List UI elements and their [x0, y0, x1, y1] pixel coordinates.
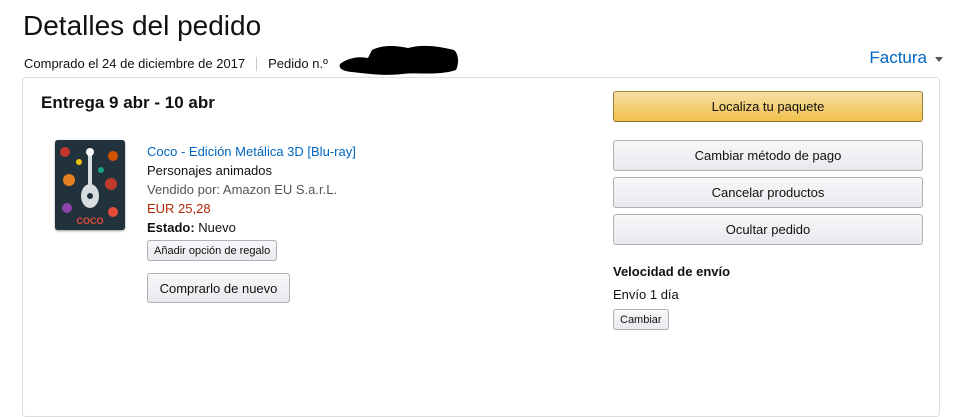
shipping-speed-value: Envío 1 día [613, 287, 679, 302]
delivery-date: Entrega 9 abr - 10 abr [41, 93, 215, 112]
product-state: Estado: Nuevo [147, 218, 356, 237]
shipping-speed-title: Velocidad de envío [613, 264, 731, 279]
order-meta: Comprado el 24 de diciembre de 2017 Pedi… [24, 56, 328, 71]
cancel-items-button[interactable]: Cancelar productos [613, 177, 923, 208]
invoice-label[interactable]: Factura [869, 48, 927, 68]
purchase-date: Comprado el 24 de diciembre de 2017 [24, 56, 246, 71]
product-seller: Vendido por: Amazon EU S.a.r.L. [147, 182, 338, 197]
page-title: Detalles del pedido [23, 10, 262, 41]
product-price: EUR 25,28 [147, 201, 211, 216]
invoice-dropdown[interactable]: Factura [869, 48, 943, 68]
buy-again-button[interactable]: Comprarlo de nuevo [147, 273, 290, 303]
product-title-link[interactable]: Coco - Edición Metálica 3D [Blu-ray] [147, 142, 356, 161]
product-state-value: Nuevo [198, 220, 236, 235]
track-package-button[interactable]: Localiza tu paquete [613, 91, 923, 122]
change-shipping-button[interactable]: Cambiar [613, 309, 669, 330]
coco-bluray-cover-icon[interactable]: COCO [55, 140, 125, 230]
product-state-label: Estado: [147, 220, 195, 235]
change-payment-button[interactable]: Cambiar método de pago [613, 140, 923, 171]
chevron-down-icon [935, 56, 943, 62]
product-category: Personajes animados [147, 163, 273, 178]
svg-text:COCO: COCO [77, 216, 104, 226]
add-gift-option-button[interactable]: Añadir opción de regalo [147, 240, 278, 261]
redacted-order-number [339, 45, 459, 75]
product-details: Coco - Edición Metálica 3D [Blu-ray] Per… [147, 142, 356, 237]
hide-order-button[interactable]: Ocultar pedido [613, 214, 923, 245]
order-number-label: Pedido n.º [268, 56, 328, 71]
meta-divider [256, 56, 258, 71]
